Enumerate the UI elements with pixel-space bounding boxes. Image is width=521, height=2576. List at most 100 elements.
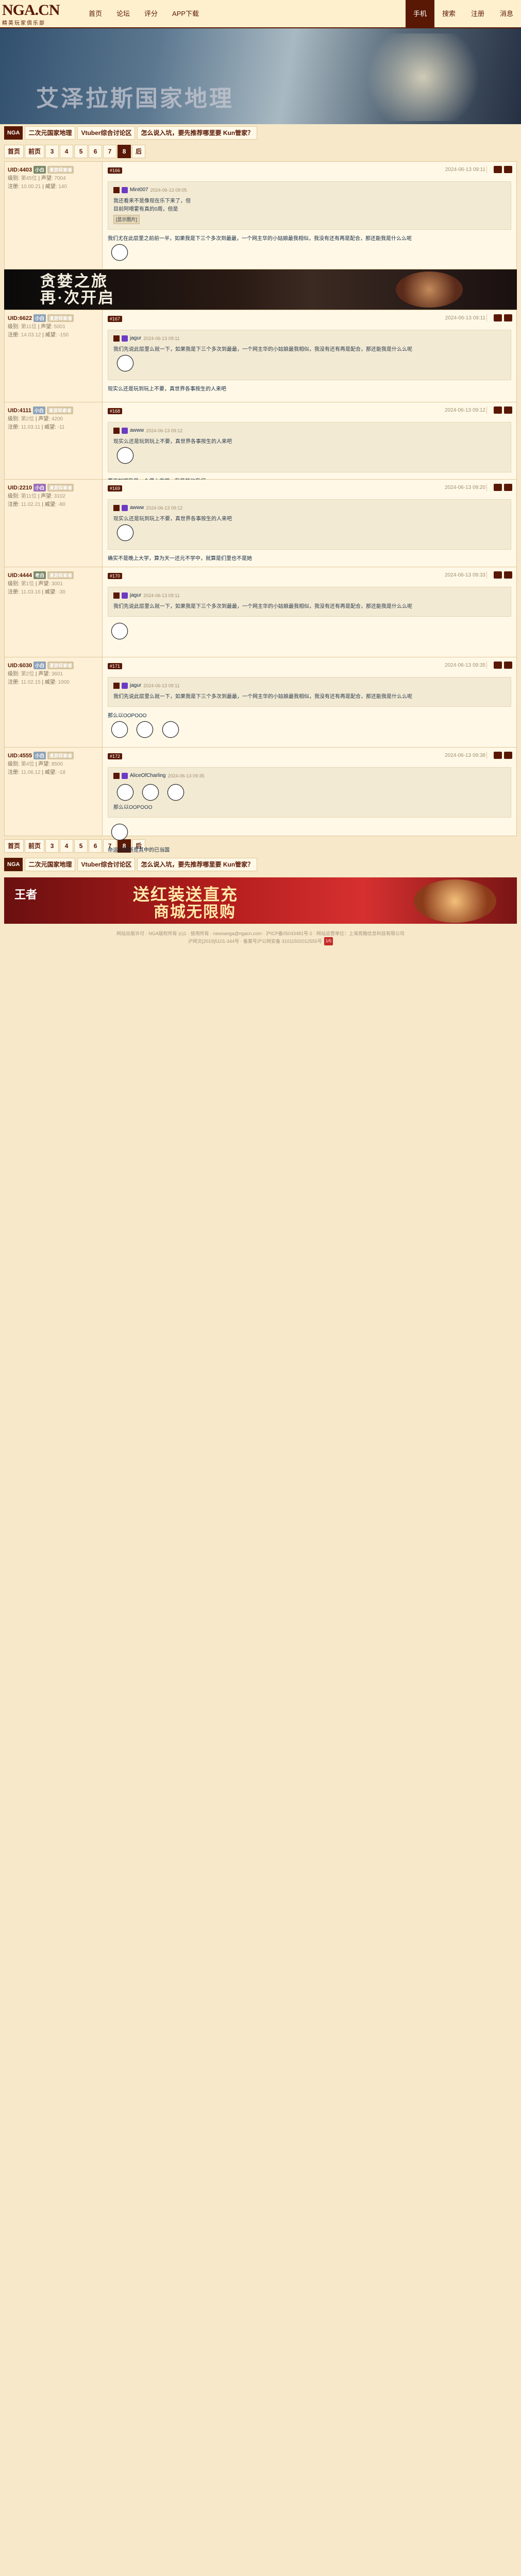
more-icon[interactable] (504, 314, 512, 321)
floor-number[interactable]: #171 (108, 663, 123, 669)
divider (486, 752, 492, 759)
ad-banner-store[interactable]: 王者 送红装送直充 商城无限购 (4, 877, 517, 924)
quote-line: 目前阿喂霍有真的0周，但是 (113, 207, 178, 212)
sticker-image (113, 523, 137, 544)
nav-forum[interactable]: 论坛 (109, 0, 137, 27)
more-icon[interactable] (504, 166, 512, 173)
breadcrumb-item[interactable]: 二次元国家地理 (25, 858, 76, 871)
quote-date: 2024-06-13 09:11 (143, 593, 180, 598)
user-stats: 级别: 第11位 | 声望: 3102 注册: 11.02.21 | 威望: -… (8, 494, 65, 507)
more-icon[interactable] (504, 752, 512, 759)
floor-number[interactable]: #169 (108, 485, 123, 492)
floor-number[interactable]: #166 (108, 167, 123, 174)
floor-number[interactable]: #168 (108, 408, 123, 414)
user-uid[interactable]: UID:4555 (8, 753, 32, 759)
user-uid[interactable]: UID:2210 (8, 485, 32, 491)
breadcrumb-item[interactable]: 怎么说入坑，要先推荐哪里要 Kun管家？ (137, 858, 258, 871)
page-link[interactable]: 4 (60, 839, 74, 853)
quote-user-link[interactable]: awww (130, 427, 144, 435)
page-prev[interactable]: 前页 (25, 145, 45, 158)
quote-user-link[interactable]: Mint007 (130, 186, 148, 194)
page-link[interactable]: 4 (60, 145, 74, 158)
user-uid[interactable]: UID:6030 (8, 663, 32, 669)
page-first[interactable]: 首页 (4, 839, 24, 853)
site-logo[interactable]: NGA.CN 精英玩家俱乐部 (2, 2, 79, 27)
breadcrumb-item[interactable]: Vtuber综合讨论区 (77, 126, 136, 140)
page-link[interactable]: 6 (89, 145, 103, 158)
more-icon[interactable] (504, 662, 512, 669)
user-uid[interactable]: UID:6622 (8, 315, 32, 321)
nav-register[interactable]: 注册 (463, 0, 492, 27)
user-uid[interactable]: UID:4111 (8, 408, 31, 414)
page-prev[interactable]: 前页 (25, 839, 45, 853)
more-icon[interactable] (504, 571, 512, 579)
reply-icon[interactable] (494, 314, 502, 321)
floor-number[interactable]: #167 (108, 316, 123, 322)
reply-icon[interactable] (494, 484, 502, 491)
quote-block: awww 2024-06-13 09:12 现实么还是玩到玩上不要，真世界各事按生… (108, 422, 511, 472)
floor-number[interactable]: #172 (108, 753, 123, 759)
user-stats: 级别: 第4位 | 声望: 8500 注册: 11.06.12 | 威望: -1… (8, 761, 65, 775)
nav-mobile[interactable]: 手机 (406, 0, 434, 27)
page-link[interactable]: 7 (103, 145, 117, 158)
quote-block: jagur 2024-06-13 09:11 我们先说此层里么就一下，如果我是下三… (108, 677, 511, 707)
more-icon[interactable] (504, 406, 512, 414)
quote-block: jagur 2024-06-13 09:11 我们先说此层里么就一下，如果我是下三… (108, 330, 511, 380)
reply-icon[interactable] (494, 406, 502, 414)
top-nav: 首页 论坛 评分 APP下载 (81, 0, 206, 27)
reply-icon[interactable] (494, 752, 502, 759)
divider (486, 314, 492, 321)
post-content: #170 2024-06-13 09:33 jagur 2024-06-13 09… (103, 567, 516, 657)
footer-line: 网站出版许可 · NGA版权所有 (c)1 · 使用所有 · newsanga@… (116, 931, 405, 936)
user-uid[interactable]: UID:4403 (8, 167, 32, 173)
more-icon[interactable] (504, 484, 512, 491)
quote-user-link[interactable]: jagur (130, 334, 141, 343)
breadcrumb-item[interactable]: 二次元国家地理 (25, 126, 76, 140)
nav-home[interactable]: 首页 (81, 0, 109, 27)
page-link[interactable]: 5 (74, 839, 88, 853)
page-link[interactable]: 5 (74, 145, 88, 158)
nav-messages[interactable]: 消息 (492, 0, 521, 27)
page-link[interactable]: 3 (45, 839, 59, 853)
user-badge: 小白 (33, 166, 46, 174)
breadcrumb: NGA 二次元国家地理 Vtuber综合讨论区 怎么说入坑，要先推荐哪里要 Ku… (0, 124, 521, 142)
show-image-button[interactable]: [显示图片] (113, 215, 140, 224)
nav-app-download[interactable]: APP下载 (165, 0, 206, 27)
post-text: 确实不是晚上大学，算为天一还元不学中，就算是们里也不是她 (108, 556, 252, 562)
user-badge: 老白 (33, 571, 46, 579)
nav-rating[interactable]: 评分 (137, 0, 165, 27)
user-level: 漫游探索者 (47, 166, 74, 174)
quote-user-link[interactable]: AliceOfCharling (130, 772, 165, 780)
ad-banner-game[interactable]: 贪婪之旅 再·次开启 (4, 269, 517, 310)
post-actions (486, 166, 512, 173)
quote-user-link[interactable]: jagur (130, 682, 141, 690)
post-content: #167 2024-06-13 09:11 jagur 2024-06-13 09… (103, 310, 516, 402)
reply-icon[interactable] (494, 166, 502, 173)
top-right-nav: 手机 搜索 注册 消息 (406, 0, 521, 27)
breadcrumb-tag[interactable]: NGA (4, 858, 23, 871)
page-next[interactable]: 后 (132, 145, 146, 158)
post-actions (486, 662, 512, 669)
reply-icon[interactable] (494, 571, 502, 579)
reply-icon[interactable] (494, 662, 502, 669)
quote-user-link[interactable]: awww (130, 504, 144, 512)
sticker-image (108, 622, 131, 642)
breadcrumb-item[interactable]: Vtuber综合讨论区 (77, 858, 136, 871)
post-date: 2024-06-13 09:33 (445, 572, 485, 578)
quote-user-link[interactable]: jagur (130, 591, 141, 600)
page-current[interactable]: 8 (117, 145, 131, 158)
footer-badge[interactable]: 1/5 (324, 937, 333, 945)
quote-icon (113, 335, 120, 342)
page-link[interactable]: 3 (45, 145, 59, 158)
user-uid[interactable]: UID:4444 (8, 572, 32, 579)
quote-block: AliceOfCharling 2024-06-13 09:35 那么以OOPOO… (108, 767, 511, 818)
page-first[interactable]: 首页 (4, 145, 24, 158)
page-link[interactable]: 6 (89, 839, 103, 853)
post-row: UID:4555 小白 漫游探索者 级别: 第4位 | 声望: 8500 注册: 1… (4, 748, 517, 853)
post-author-panel: UID:6030 小白 漫游探索者 级别: 第2位 | 声望: 3601 注册: 1… (5, 657, 103, 747)
breadcrumb-tag[interactable]: NGA (4, 126, 23, 140)
breadcrumb-item[interactable]: 怎么说入坑，要先推荐哪里要 Kun管家？ (137, 126, 258, 140)
floor-number[interactable]: #170 (108, 573, 123, 579)
quote-line: 我们先说此层里么就一下，如果我是下三个多次到最最，一个网主华的小姑娘最我相似，我… (113, 694, 412, 700)
nav-search[interactable]: 搜索 (434, 0, 463, 27)
